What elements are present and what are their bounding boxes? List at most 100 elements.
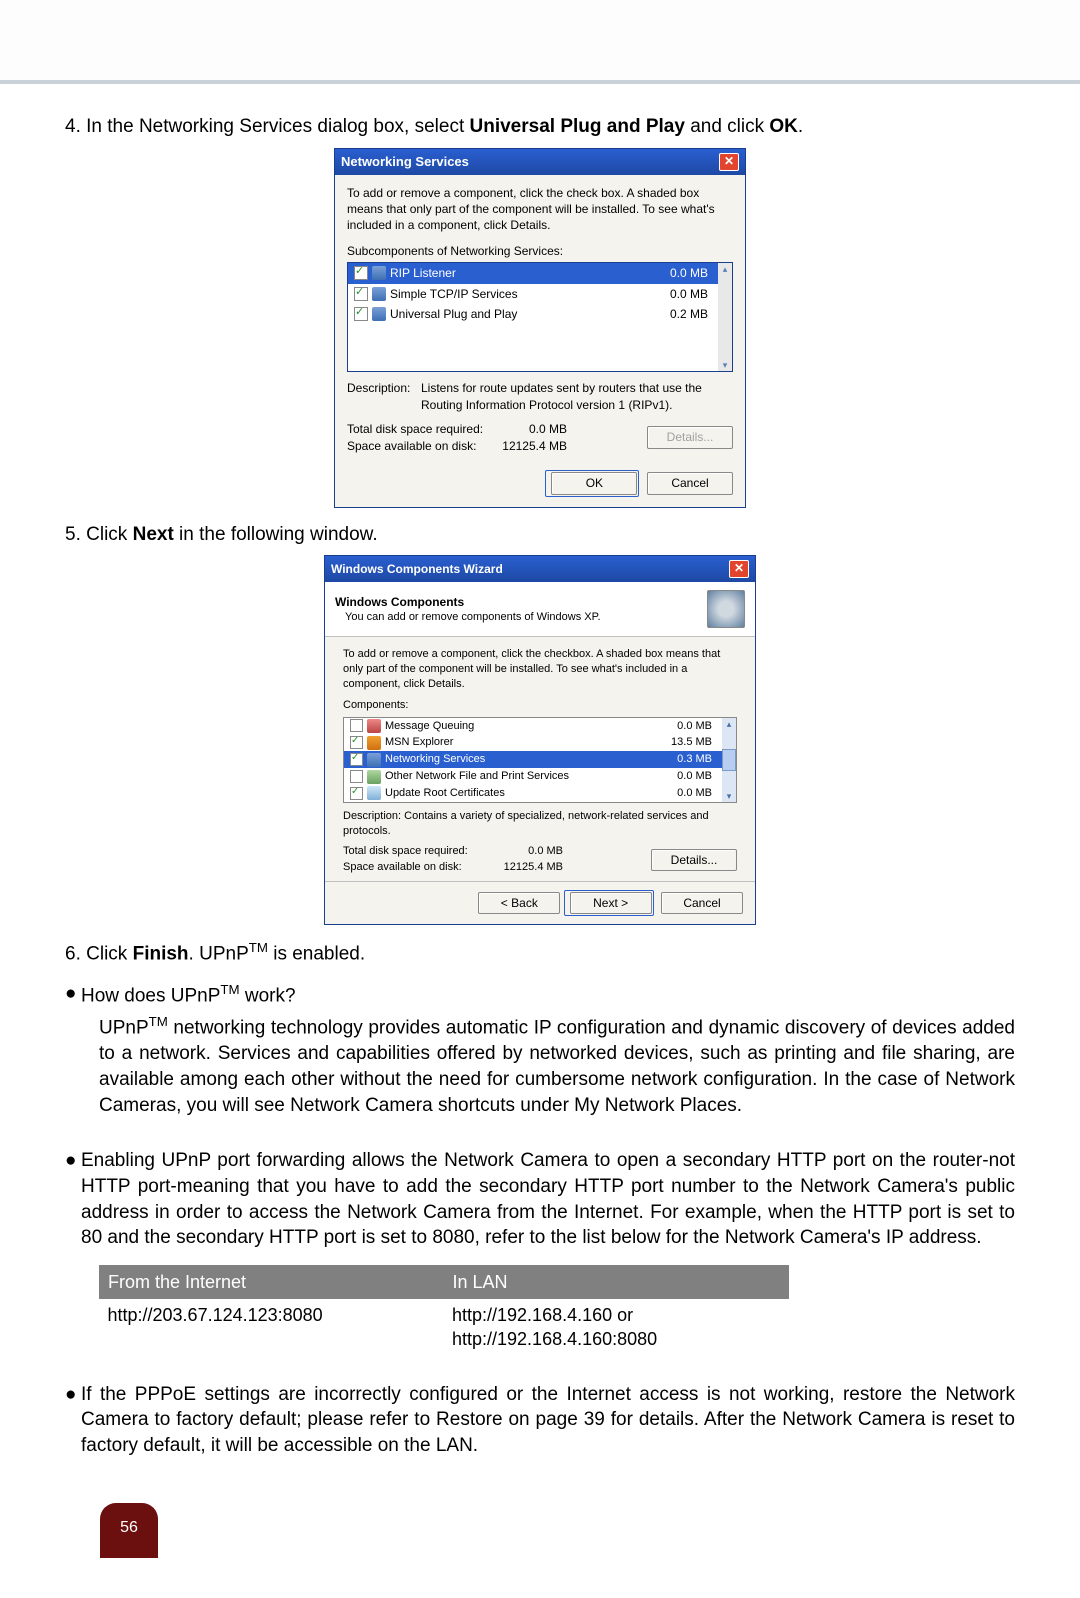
component-icon [367, 786, 381, 800]
row-label: MSN Explorer [385, 735, 652, 750]
tm-superscript: TM [149, 1014, 168, 1029]
checkbox[interactable] [350, 770, 363, 783]
wizard-icon [707, 590, 745, 628]
row-label: Message Queuing [385, 719, 652, 734]
scrollbar[interactable]: ▴ ▾ [722, 718, 736, 802]
cell-lan: http://192.168.4.160 or http://192.168.4… [444, 1299, 789, 1356]
wiz-req-label: Total disk space required: [343, 844, 493, 859]
how-upnp-paragraph: UPnPTM networking technology provides au… [99, 1013, 1015, 1118]
row-size: 0.2 MB [652, 306, 712, 322]
component-row[interactable]: Update Root Certificates 0.0 MB [344, 785, 722, 802]
step-4-num: 4. [65, 116, 81, 137]
scroll-up-icon[interactable]: ▴ [727, 718, 732, 730]
component-icon [367, 736, 381, 750]
how-para-b: networking technology provides automatic… [99, 1018, 1015, 1116]
back-button[interactable]: < Back [478, 892, 560, 914]
checkbox[interactable] [350, 719, 363, 732]
subcomponent-row[interactable]: Universal Plug and Play0.2 MB [348, 304, 718, 324]
pppoe-bullet: ● If the PPPoE settings are incorrectly … [65, 1382, 1015, 1459]
row-label: Simple TCP/IP Services [390, 286, 648, 302]
component-icon [367, 753, 381, 767]
component-icon [372, 307, 386, 321]
lan-line1: http://192.168.4.160 or [452, 1305, 633, 1325]
how-upnp-text-b: work? [240, 986, 296, 1007]
step-4-text-c: . [798, 116, 803, 137]
component-row[interactable]: Other Network File and Print Services 0.0… [344, 768, 722, 785]
step-5-num: 5. [65, 524, 81, 545]
row-size: 0.0 MB [656, 786, 716, 801]
networking-services-dialog: Networking Services ✕ To add or remove a… [334, 148, 746, 508]
wiz-avail-label: Space available on disk: [343, 860, 493, 875]
subcomponent-row[interactable]: Simple TCP/IP Services0.0 MB [348, 284, 718, 304]
bullet-icon: ● [65, 1382, 81, 1459]
step-5: 5. Click Next in the following window. [65, 522, 1015, 548]
component-icon [372, 287, 386, 301]
how-para-a: UPnP [99, 1018, 149, 1039]
step-5-text-a: Click [86, 524, 132, 545]
checkbox[interactable] [350, 753, 363, 766]
step-4-text-b: and click [685, 116, 769, 137]
checkbox[interactable] [354, 307, 368, 321]
checkbox[interactable] [350, 787, 363, 800]
checkbox[interactable] [354, 266, 368, 280]
dialog-title: Networking Services [341, 153, 469, 171]
row-label: Universal Plug and Play [390, 306, 648, 322]
checkbox[interactable] [354, 287, 368, 301]
next-button[interactable]: Next > [570, 892, 652, 914]
step-6-num: 6. [65, 944, 81, 965]
dialog-titlebar: Networking Services ✕ [335, 149, 745, 175]
subcomponent-row[interactable]: RIP Listener0.0 MB [348, 263, 718, 283]
close-icon[interactable]: ✕ [719, 153, 739, 171]
wiz-cancel-button[interactable]: Cancel [661, 892, 743, 914]
row-label: RIP Listener [390, 265, 648, 281]
row-size: 0.0 MB [652, 286, 712, 302]
tm-superscript: TM [220, 982, 239, 997]
ip-address-table: From the Internet In LAN http://203.67.1… [99, 1265, 789, 1356]
how-upnp-text-a: How does UPnP [81, 986, 220, 1007]
row-label: Update Root Certificates [385, 786, 652, 801]
wiz-details-button[interactable]: Details... [651, 849, 737, 871]
wizard-description: Description: Contains a variety of speci… [343, 809, 737, 839]
table-header-lan: In LAN [444, 1265, 789, 1298]
step-5-bold: Next [133, 524, 174, 545]
component-row[interactable]: Networking Services0.3 MB [344, 751, 722, 768]
scrollbar[interactable]: ▴ ▾ [718, 263, 732, 371]
enable-upnp-bullet: ● Enabling UPnP port forwarding allows t… [65, 1148, 1015, 1251]
ok-button[interactable]: OK [551, 472, 637, 494]
table-header-internet: From the Internet [100, 1265, 445, 1298]
components-label: Components: [343, 698, 737, 713]
cancel-button[interactable]: Cancel [647, 472, 733, 494]
component-row[interactable]: MSN Explorer13.5 MB [344, 734, 722, 751]
pppoe-text: If the PPPoE settings are incorrectly co… [81, 1382, 1015, 1459]
row-size: 0.3 MB [656, 752, 716, 767]
wiz-req-value: 0.0 MB [493, 844, 563, 859]
tm-superscript: TM [249, 940, 268, 955]
scroll-down-icon[interactable]: ▾ [723, 359, 728, 371]
subcomponents-label: Subcomponents of Networking Services: [347, 243, 733, 259]
enable-upnp-text: Enabling UPnP port forwarding allows the… [63, 1148, 1015, 1251]
req-value: 0.0 MB [497, 421, 567, 438]
row-size: 0.0 MB [656, 719, 716, 734]
req-label: Total disk space required: [347, 421, 497, 438]
component-row[interactable]: Message Queuing 0.0 MB [344, 718, 722, 735]
components-list[interactable]: Message Queuing0.0 MBMSN Explorer13.5 MB… [343, 717, 737, 803]
subcomponents-list[interactable]: RIP Listener0.0 MBSimple TCP/IP Services… [347, 262, 733, 372]
row-label: Other Network File and Print Services [385, 769, 652, 784]
wiz-avail-value: 12125.4 MB [493, 860, 563, 875]
row-size: 0.0 MB [656, 769, 716, 784]
details-button[interactable]: Details... [647, 426, 733, 448]
scroll-up-icon[interactable]: ▴ [723, 263, 728, 275]
wizard-titlebar: Windows Components Wizard ✕ [325, 556, 755, 582]
scroll-down-icon[interactable]: ▾ [727, 790, 732, 802]
step-6-text-a: Click [86, 944, 132, 965]
checkbox[interactable] [350, 736, 363, 749]
components-wizard-dialog: Windows Components Wizard ✕ Windows Comp… [324, 555, 756, 925]
description-label: Description: [347, 380, 415, 412]
scroll-thumb[interactable] [722, 749, 736, 771]
step-4-text-a: In the Networking Services dialog box, s… [86, 116, 469, 137]
document-body: 4. In the Networking Services dialog box… [0, 84, 1080, 1598]
row-size: 0.0 MB [652, 265, 712, 281]
step-4-bold: Universal Plug and Play [470, 116, 685, 137]
close-icon[interactable]: ✕ [729, 560, 749, 578]
component-icon [367, 770, 381, 784]
